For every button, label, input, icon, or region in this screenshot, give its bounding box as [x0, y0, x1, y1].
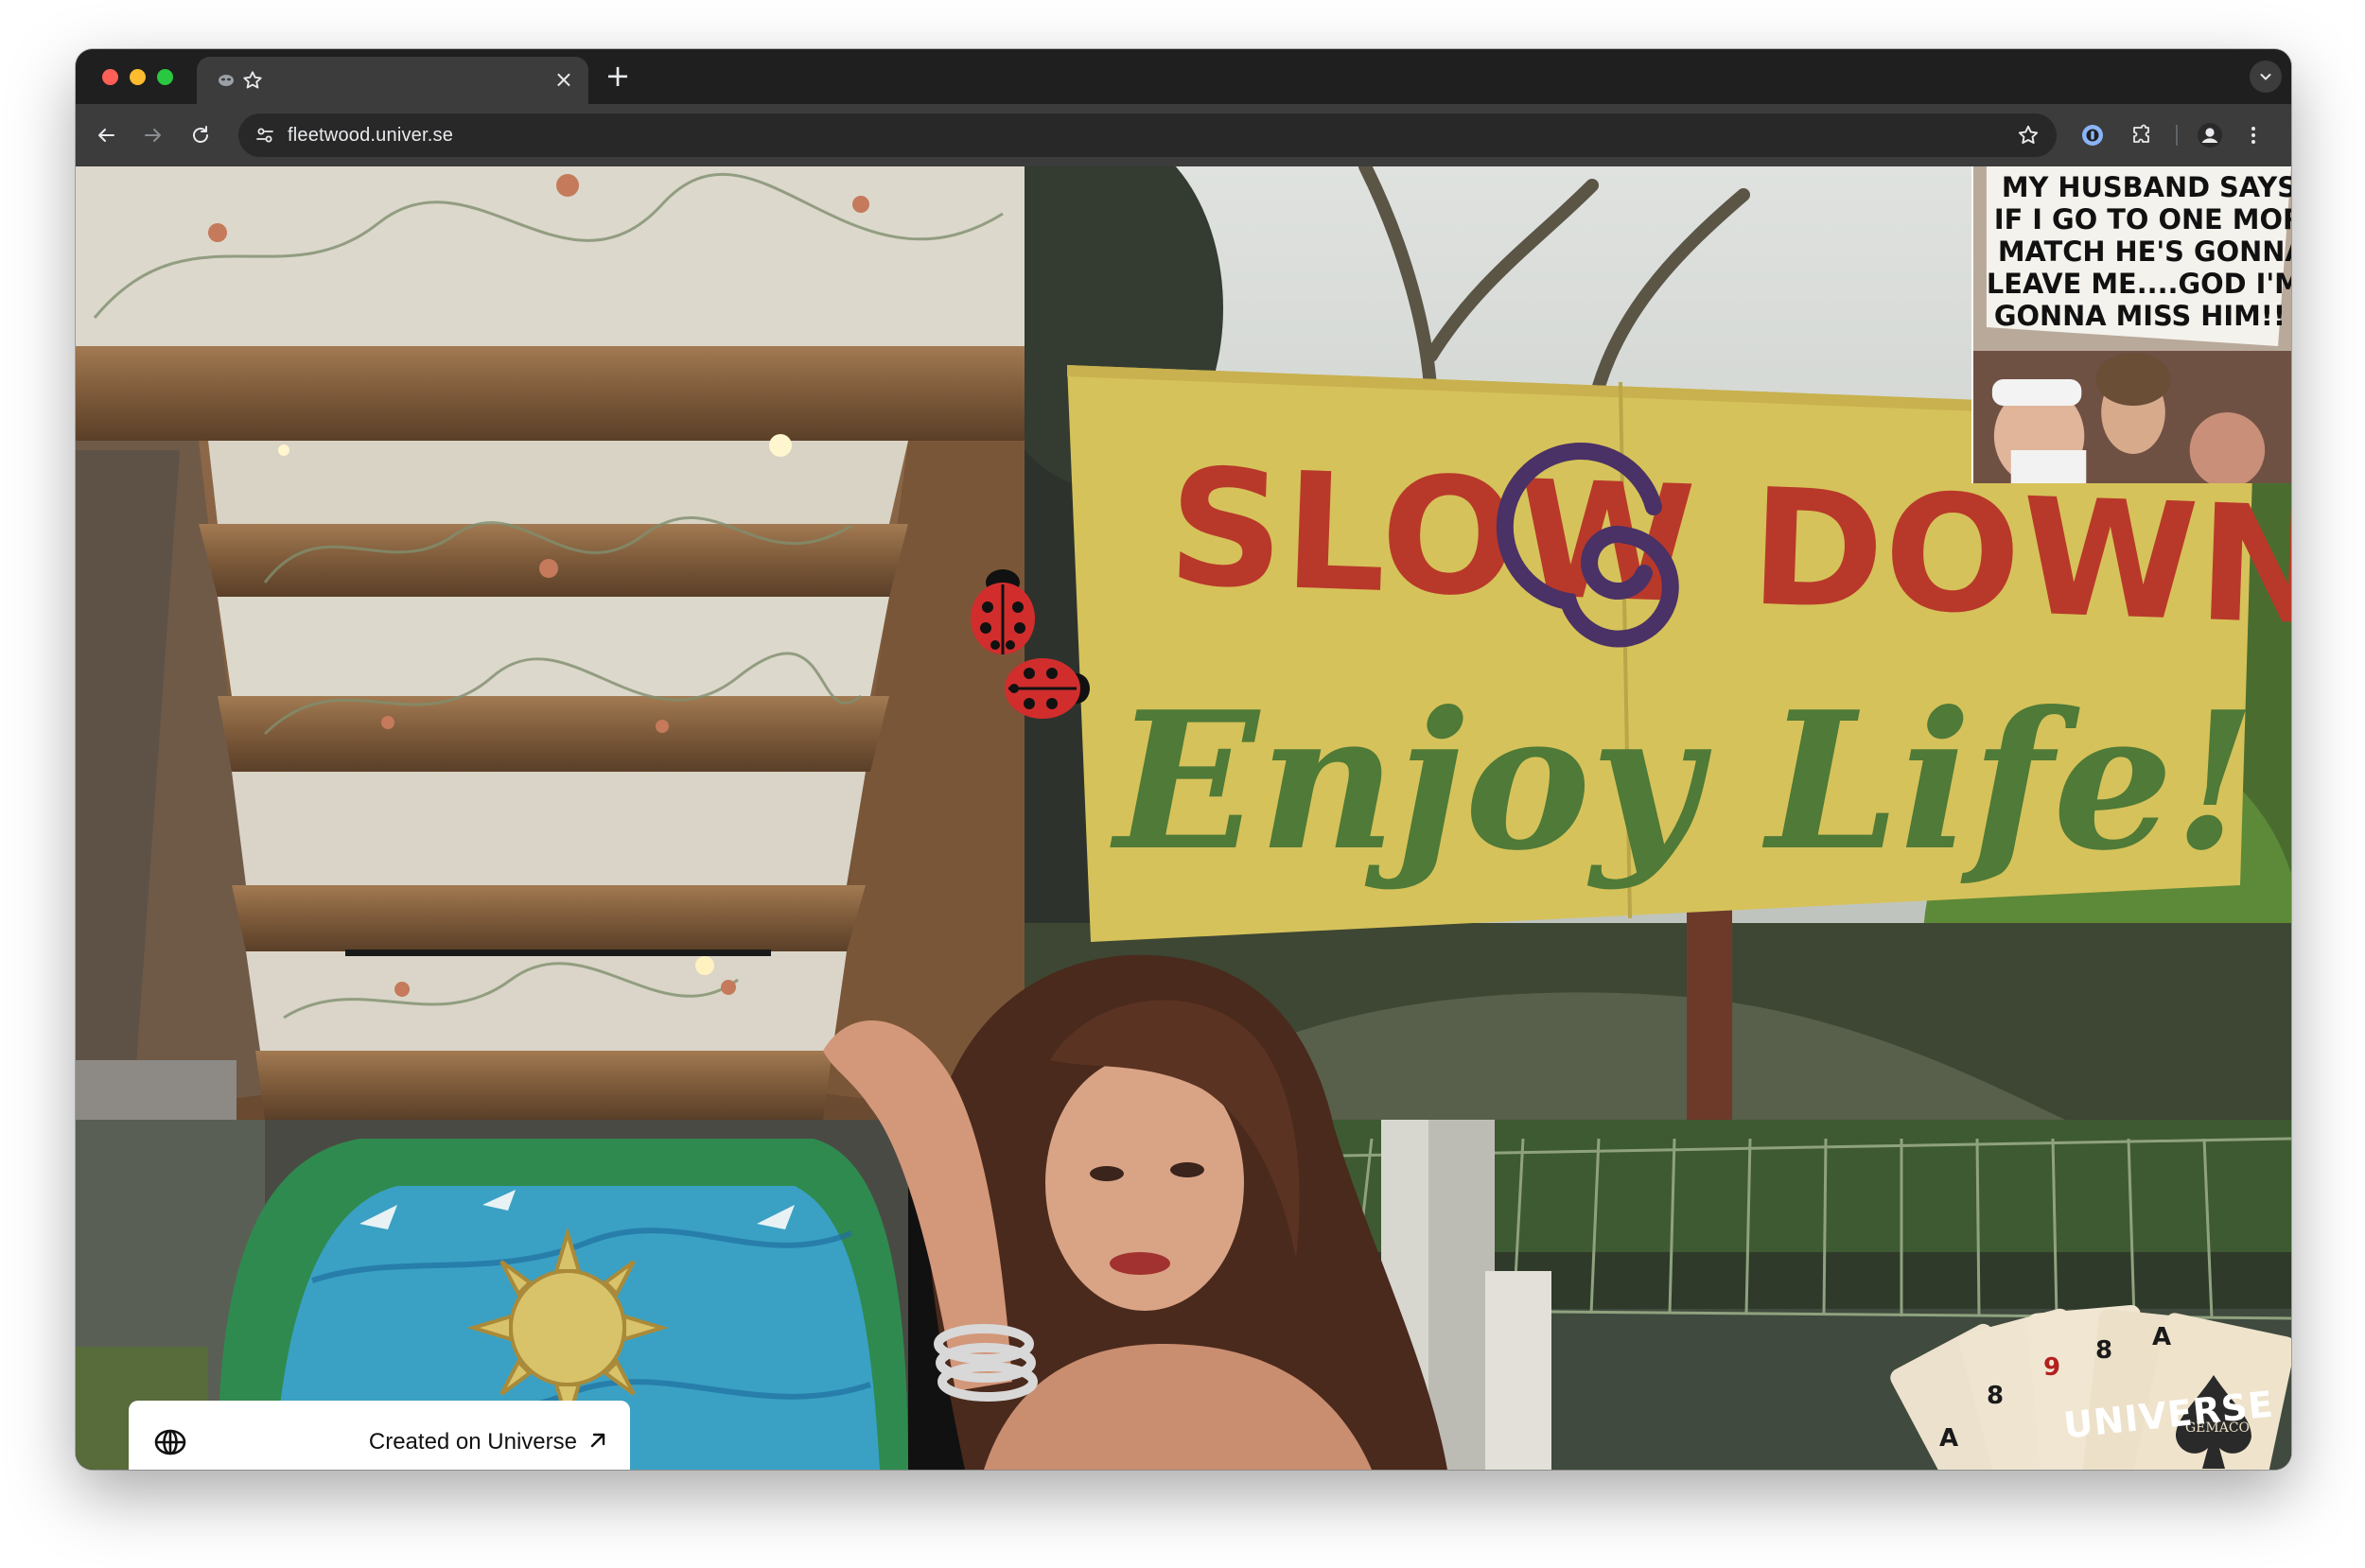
menu-button[interactable]	[2234, 116, 2272, 154]
url-text[interactable]: fleetwood.univer.se	[288, 113, 453, 157]
bookmark-button[interactable]	[2013, 120, 2043, 150]
woman-image	[823, 954, 1447, 1470]
reload-icon	[193, 126, 208, 143]
profile-icon	[2198, 123, 2222, 148]
husband-meme-photo[interactable]: MY HUSBAND SAYS IF I GO TO ONE MORE MATC…	[1971, 166, 2291, 483]
close-tab-button[interactable]: ×	[554, 66, 573, 93]
address-bar[interactable]: fleetwood.univer.se	[238, 113, 2057, 157]
created-on-universe-badge[interactable]: Created on Universe	[129, 1401, 630, 1470]
sign-line-2: Enjoy Life!	[1110, 671, 2256, 893]
meme-line-2: IF I GO TO ONE MORE	[1994, 203, 2291, 235]
card-rank-5: A	[2152, 1323, 2171, 1351]
meme-line-1: MY HUSBAND SAYS	[2002, 171, 2291, 203]
reload-button[interactable]	[182, 116, 219, 154]
chevron-down-icon	[2260, 74, 2271, 80]
ladybug-sticker-2	[1005, 658, 1090, 719]
tab-active[interactable]: ×	[197, 57, 588, 104]
card-rank-4: 8	[2095, 1336, 2112, 1365]
globe-icon	[154, 1429, 186, 1455]
card-rank-3: 9	[2043, 1353, 2060, 1382]
back-button[interactable]	[87, 116, 125, 154]
new-tab-button[interactable]: +	[601, 59, 635, 93]
page-content: SLOW DOWN... Enjoy Life! MY HUSBAND SAYS…	[76, 166, 2291, 1470]
profile-button[interactable]	[2191, 116, 2229, 154]
meme-line-3: MATCH HE'S GONNA	[1998, 235, 2291, 268]
minimize-window-button[interactable]	[130, 69, 146, 85]
toolbar-divider	[2176, 125, 2178, 146]
password-icon	[2082, 125, 2103, 146]
close-window-button[interactable]	[102, 69, 118, 85]
puzzle-icon	[2133, 124, 2149, 143]
site-info-button[interactable]	[250, 120, 280, 150]
ladybug-sticker-1	[971, 569, 1035, 654]
browser-window: × + fleetwood.univer.se SLOW DOWN... Enj…	[76, 49, 2291, 1470]
toolbar: fleetwood.univer.se	[76, 104, 2291, 166]
meme-image: MY HUSBAND SAYS IF I GO TO ONE MORE MATC…	[1973, 166, 2291, 483]
kebab-menu-icon	[2251, 127, 2255, 144]
meme-line-4: LEAVE ME....GOD I'M	[1987, 268, 2291, 300]
badge-label: Created on Universe	[368, 1429, 577, 1455]
star-icon	[243, 71, 262, 89]
arrow-up-right-icon	[590, 1433, 605, 1448]
extensions-button[interactable]	[2123, 116, 2161, 154]
star-outline-icon	[2018, 125, 2039, 145]
zoom-window-button[interactable]	[157, 69, 173, 85]
woman-portrait-cutout[interactable]	[766, 937, 1523, 1470]
tab-search-button[interactable]	[2250, 61, 2282, 93]
card-rank-2: 8	[1987, 1382, 2004, 1410]
card-rank-1: A	[1939, 1424, 1958, 1453]
tune-icon	[256, 128, 273, 143]
password-manager-button[interactable]	[2074, 116, 2111, 154]
meme-line-5: GONNA MISS HIM!!	[1994, 300, 2286, 332]
arrow-right-icon	[145, 129, 161, 142]
tab-strip: × +	[76, 49, 2291, 104]
forward-button[interactable]	[134, 116, 172, 154]
mask-icon	[219, 75, 234, 86]
arrow-left-icon	[98, 129, 114, 142]
